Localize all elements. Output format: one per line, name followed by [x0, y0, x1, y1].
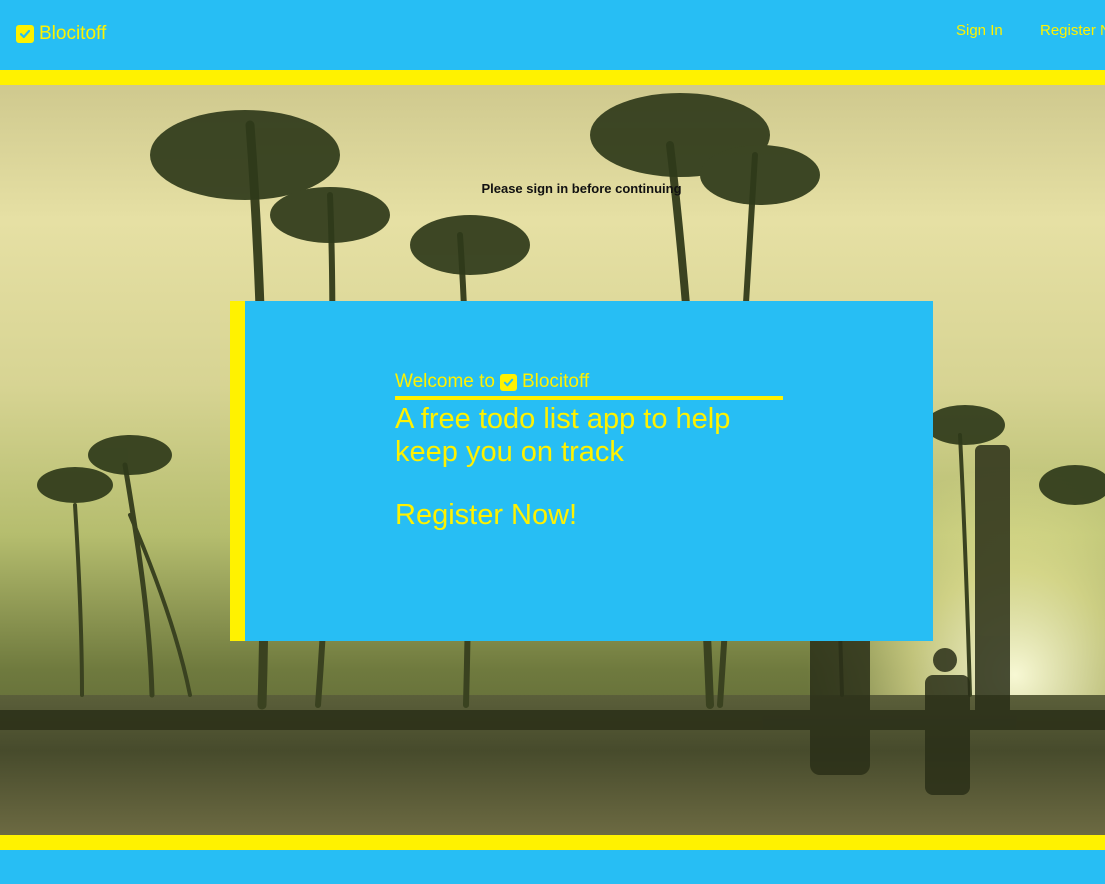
tagline: A free todo list app to help keep you on… [395, 403, 731, 468]
sign-in-link[interactable]: Sign In [956, 22, 1003, 39]
welcome-card: Welcome to Blocitoff A free todo list ap… [230, 301, 933, 641]
welcome-content: Welcome to Blocitoff A free todo list ap… [395, 371, 795, 532]
flash-message: Please sign in before continuing [481, 181, 682, 196]
welcome-heading: Welcome to Blocitoff [395, 371, 795, 393]
register-now-link[interactable]: Register Now! [395, 499, 577, 532]
welcome-underline [395, 396, 783, 400]
site-header: Blocitoff Sign In Register Now! [0, 0, 1105, 70]
bottom-divider [0, 835, 1105, 850]
check-box-icon [16, 25, 34, 43]
welcome-prefix: Welcome to [395, 371, 495, 392]
top-divider [0, 70, 1105, 85]
check-box-icon [499, 373, 517, 391]
brand-link[interactable]: Blocitoff [16, 23, 106, 45]
brand-name: Blocitoff [39, 23, 107, 44]
register-link[interactable]: Register Now! [1040, 22, 1105, 39]
welcome-brand: Blocitoff [521, 371, 590, 392]
